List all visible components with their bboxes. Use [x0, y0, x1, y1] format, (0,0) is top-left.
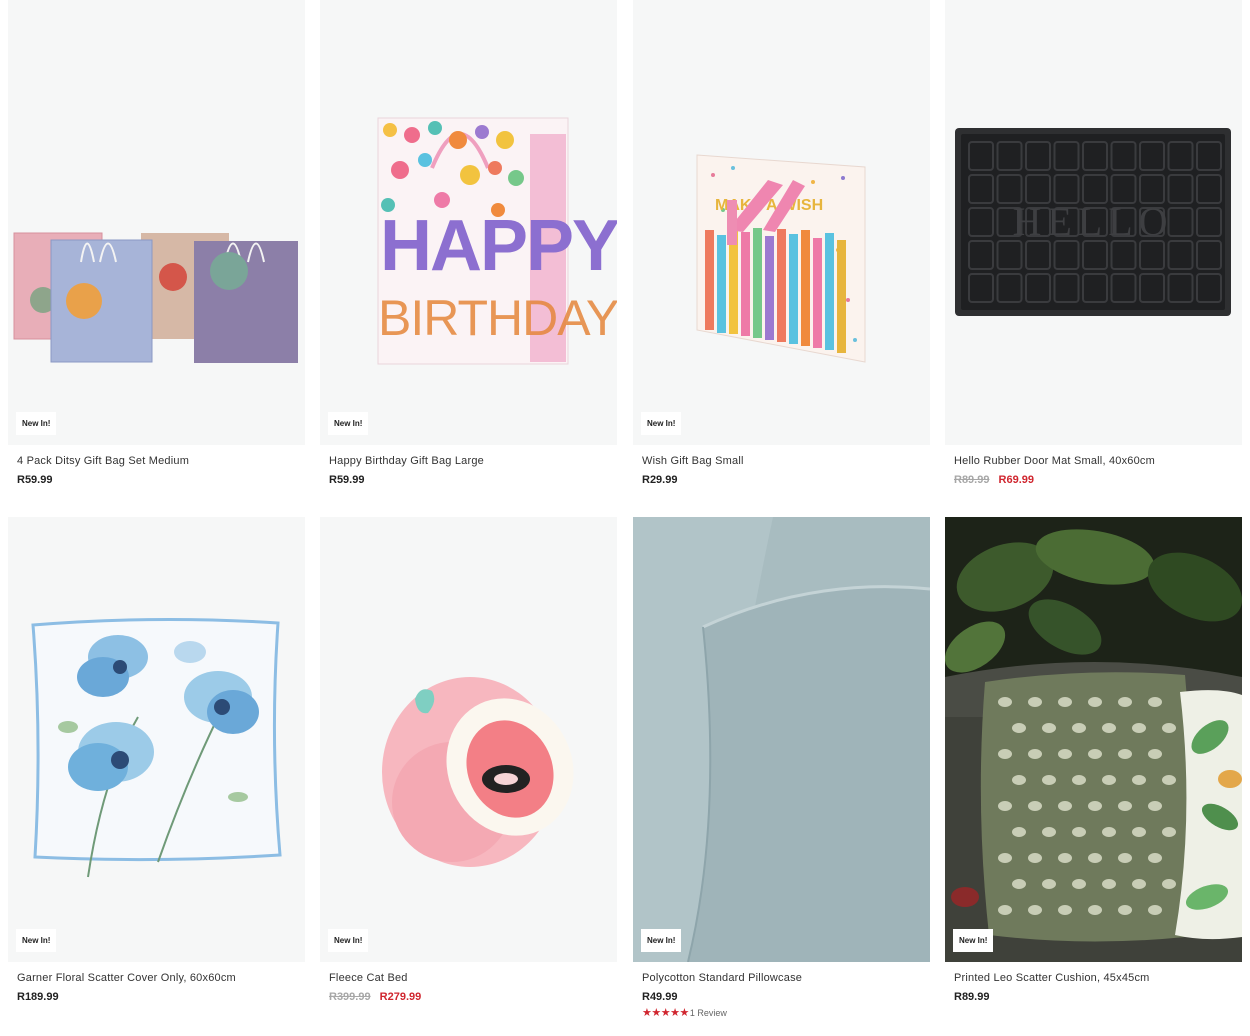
- new-in-badge: New In!: [16, 929, 57, 952]
- product-price-block: R59.99: [17, 474, 305, 487]
- product-card[interactable]: New In! Polycotton Standard Pillowcase R…: [633, 517, 930, 1019]
- product-price-block: R59.99: [329, 474, 617, 487]
- product-title[interactable]: Wish Gift Bag Small: [642, 454, 930, 468]
- product-title[interactable]: Garner Floral Scatter Cover Only, 60x60c…: [17, 971, 305, 985]
- sale-price: R69.99: [998, 474, 1035, 486]
- product-price-block: R89.99: [954, 991, 1242, 1004]
- product-price: R59.99: [329, 474, 365, 486]
- product-image[interactable]: New In!: [8, 0, 305, 445]
- pillowcase-image: [633, 517, 930, 962]
- product-card[interactable]: HAPPY BIRTHDAY New In! Happy Birthday Gi…: [320, 0, 617, 487]
- product-title[interactable]: Printed Leo Scatter Cushion, 45x45cm: [954, 971, 1242, 985]
- mat-text: HELLO: [1012, 199, 1173, 244]
- new-in-badge: New In!: [641, 929, 682, 952]
- product-image[interactable]: MAKE A WISH New In!: [633, 0, 930, 445]
- product-price-block: R29.99: [642, 474, 930, 487]
- product-image[interactable]: New In!: [320, 517, 617, 962]
- product-card[interactable]: New In! Garner Floral Scatter Cover Only…: [8, 517, 305, 1004]
- product-title[interactable]: 4 Pack Ditsy Gift Bag Set Medium: [17, 454, 305, 468]
- product-card[interactable]: New In! 4 Pack Ditsy Gift Bag Set Medium…: [8, 0, 305, 487]
- sale-price: R279.99: [379, 991, 422, 1003]
- new-in-badge: New In!: [953, 929, 994, 952]
- product-card[interactable]: New In! Fleece Cat Bed R399.99 R279.99: [320, 517, 617, 1004]
- leo-cushion-image: [945, 517, 1242, 962]
- product-image[interactable]: New In!: [633, 517, 930, 962]
- product-price-block: R49.99: [642, 991, 930, 1004]
- product-title[interactable]: Happy Birthday Gift Bag Large: [329, 454, 617, 468]
- cat-bed-image: [382, 677, 574, 867]
- product-price-block: R189.99: [17, 991, 305, 1004]
- product-image[interactable]: HAPPY BIRTHDAY New In!: [320, 0, 617, 445]
- floral-cushion-image: [31, 617, 282, 878]
- product-image[interactable]: HELLO: [945, 0, 1242, 445]
- product-card[interactable]: New In! Printed Leo Scatter Cushion, 45x…: [945, 517, 1242, 1004]
- product-title[interactable]: Fleece Cat Bed: [329, 971, 617, 985]
- product-card[interactable]: MAKE A WISH New In! Wish Gift Bag Small …: [633, 0, 930, 487]
- product-image[interactable]: New In!: [8, 517, 305, 962]
- product-price: R189.99: [17, 991, 59, 1003]
- birthday-gift-bag-image: HAPPY BIRTHDAY: [377, 117, 617, 365]
- bag-art-line2: BIRTHDAY: [378, 290, 617, 346]
- product-price: R29.99: [642, 474, 678, 486]
- new-in-badge: New In!: [641, 412, 682, 435]
- product-price: R89.99: [954, 991, 990, 1003]
- gift-bag-set-image: [13, 232, 298, 363]
- was-price: R89.99: [954, 474, 990, 486]
- product-price: R49.99: [642, 991, 678, 1003]
- new-in-badge: New In!: [328, 929, 369, 952]
- product-rating[interactable]: ★★★★★ 1 Review: [642, 1007, 930, 1019]
- product-price-block: R399.99 R279.99: [329, 991, 617, 1004]
- product-card[interactable]: HELLO Hello Rubber Door Mat Small, 40x60…: [945, 0, 1242, 487]
- wish-gift-bag-image: MAKE A WISH: [696, 154, 866, 363]
- new-in-badge: New In!: [16, 412, 57, 435]
- bag-art-line1: HAPPY: [380, 206, 617, 286]
- was-price: R399.99: [329, 991, 371, 1003]
- review-count: 1 Review: [689, 1008, 727, 1018]
- product-image[interactable]: New In!: [945, 517, 1242, 962]
- new-in-badge: New In!: [328, 412, 369, 435]
- product-title[interactable]: Hello Rubber Door Mat Small, 40x60cm: [954, 454, 1242, 468]
- product-title[interactable]: Polycotton Standard Pillowcase: [642, 971, 930, 985]
- door-mat-image: HELLO: [955, 128, 1231, 316]
- product-price-block: R89.99 R69.99: [954, 474, 1242, 487]
- product-price: R59.99: [17, 474, 53, 486]
- star-rating-icons: ★★★★★: [642, 1007, 689, 1019]
